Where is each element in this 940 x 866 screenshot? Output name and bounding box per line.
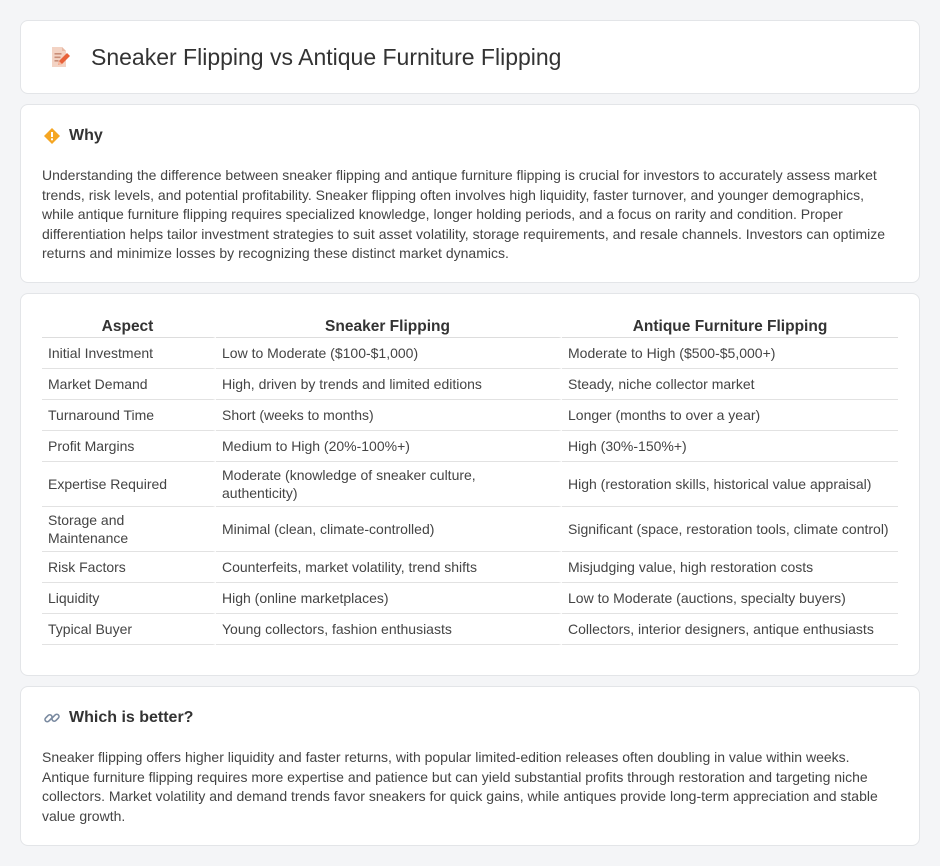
which-is-better-heading: Which is better? [69,709,194,726]
table-cell-sneaker: Short (weeks to months) [216,400,562,431]
table-cell-aspect: Market Demand [42,369,216,400]
table-cell-antique: Moderate to High ($500-$5,000+) [562,338,898,369]
table-cell-aspect: Liquidity [42,583,216,614]
table-cell-antique: Collectors, interior designers, antique … [562,614,898,645]
diamond-warning-icon [43,127,61,145]
table-cell-aspect: Turnaround Time [42,400,216,431]
table-row: Risk Factors Counterfeits, market volati… [42,552,898,583]
table-cell-aspect: Initial Investment [42,338,216,369]
table-cell-sneaker: Moderate (knowledge of sneaker culture, … [216,462,562,507]
table-row: Expertise Required Moderate (knowledge o… [42,462,898,507]
column-header-sneaker: Sneaker Flipping [216,316,562,338]
title-card: Sneaker Flipping vs Antique Furniture Fl… [20,20,920,94]
which-is-better-card: Which is better? Sneaker flipping offers… [20,686,920,846]
table-cell-antique: Misjudging value, high restoration costs [562,552,898,583]
table-cell-aspect: Typical Buyer [42,614,216,645]
why-heading: Why [69,127,103,144]
table-cell-sneaker: Medium to High (20%-100%+) [216,431,562,462]
table-row: Market Demand High, driven by trends and… [42,369,898,400]
table-cell-antique: Steady, niche collector market [562,369,898,400]
column-header-aspect: Aspect [42,316,216,338]
table-header-row: Aspect Sneaker Flipping Antique Furnitur… [42,316,898,338]
table-cell-sneaker: Young collectors, fashion enthusiasts [216,614,562,645]
comparison-table: Aspect Sneaker Flipping Antique Furnitur… [42,316,898,645]
table-cell-aspect: Profit Margins [42,431,216,462]
table-cell-sneaker: Counterfeits, market volatility, trend s… [216,552,562,583]
why-card: Why Understanding the difference between… [20,104,920,283]
link-icon [43,709,61,727]
table-row: Storage and Maintenance Minimal (clean, … [42,507,898,552]
table-cell-antique: High (30%-150%+) [562,431,898,462]
column-header-antique: Antique Furniture Flipping [562,316,898,338]
table-cell-antique: Longer (months to over a year) [562,400,898,431]
table-cell-aspect: Expertise Required [42,462,216,507]
table-row: Turnaround Time Short (weeks to months) … [42,400,898,431]
table-row: Initial Investment Low to Moderate ($100… [42,338,898,369]
table-cell-aspect: Storage and Maintenance [42,507,216,552]
table-row: Liquidity High (online marketplaces) Low… [42,583,898,614]
which-is-better-text: Sneaker flipping offers higher liquidity… [42,749,878,824]
table-cell-sneaker: Low to Moderate ($100-$1,000) [216,338,562,369]
table-cell-antique: Significant (space, restoration tools, c… [562,507,898,552]
why-text: Understanding the difference between sne… [42,167,886,262]
document-edit-icon [52,47,70,67]
table-cell-sneaker: High (online marketplaces) [216,583,562,614]
table-cell-sneaker: High, driven by trends and limited editi… [216,369,562,400]
table-cell-aspect: Risk Factors [42,552,216,583]
table-cell-antique: High (restoration skills, historical val… [562,462,898,507]
table-cell-sneaker: Minimal (clean, climate-controlled) [216,507,562,552]
table-row: Profit Margins Medium to High (20%-100%+… [42,431,898,462]
table-row: Typical Buyer Young collectors, fashion … [42,614,898,645]
page-title: Sneaker Flipping vs Antique Furniture Fl… [91,43,562,70]
table-cell-antique: Low to Moderate (auctions, specialty buy… [562,583,898,614]
comparison-card: Aspect Sneaker Flipping Antique Furnitur… [20,293,920,676]
